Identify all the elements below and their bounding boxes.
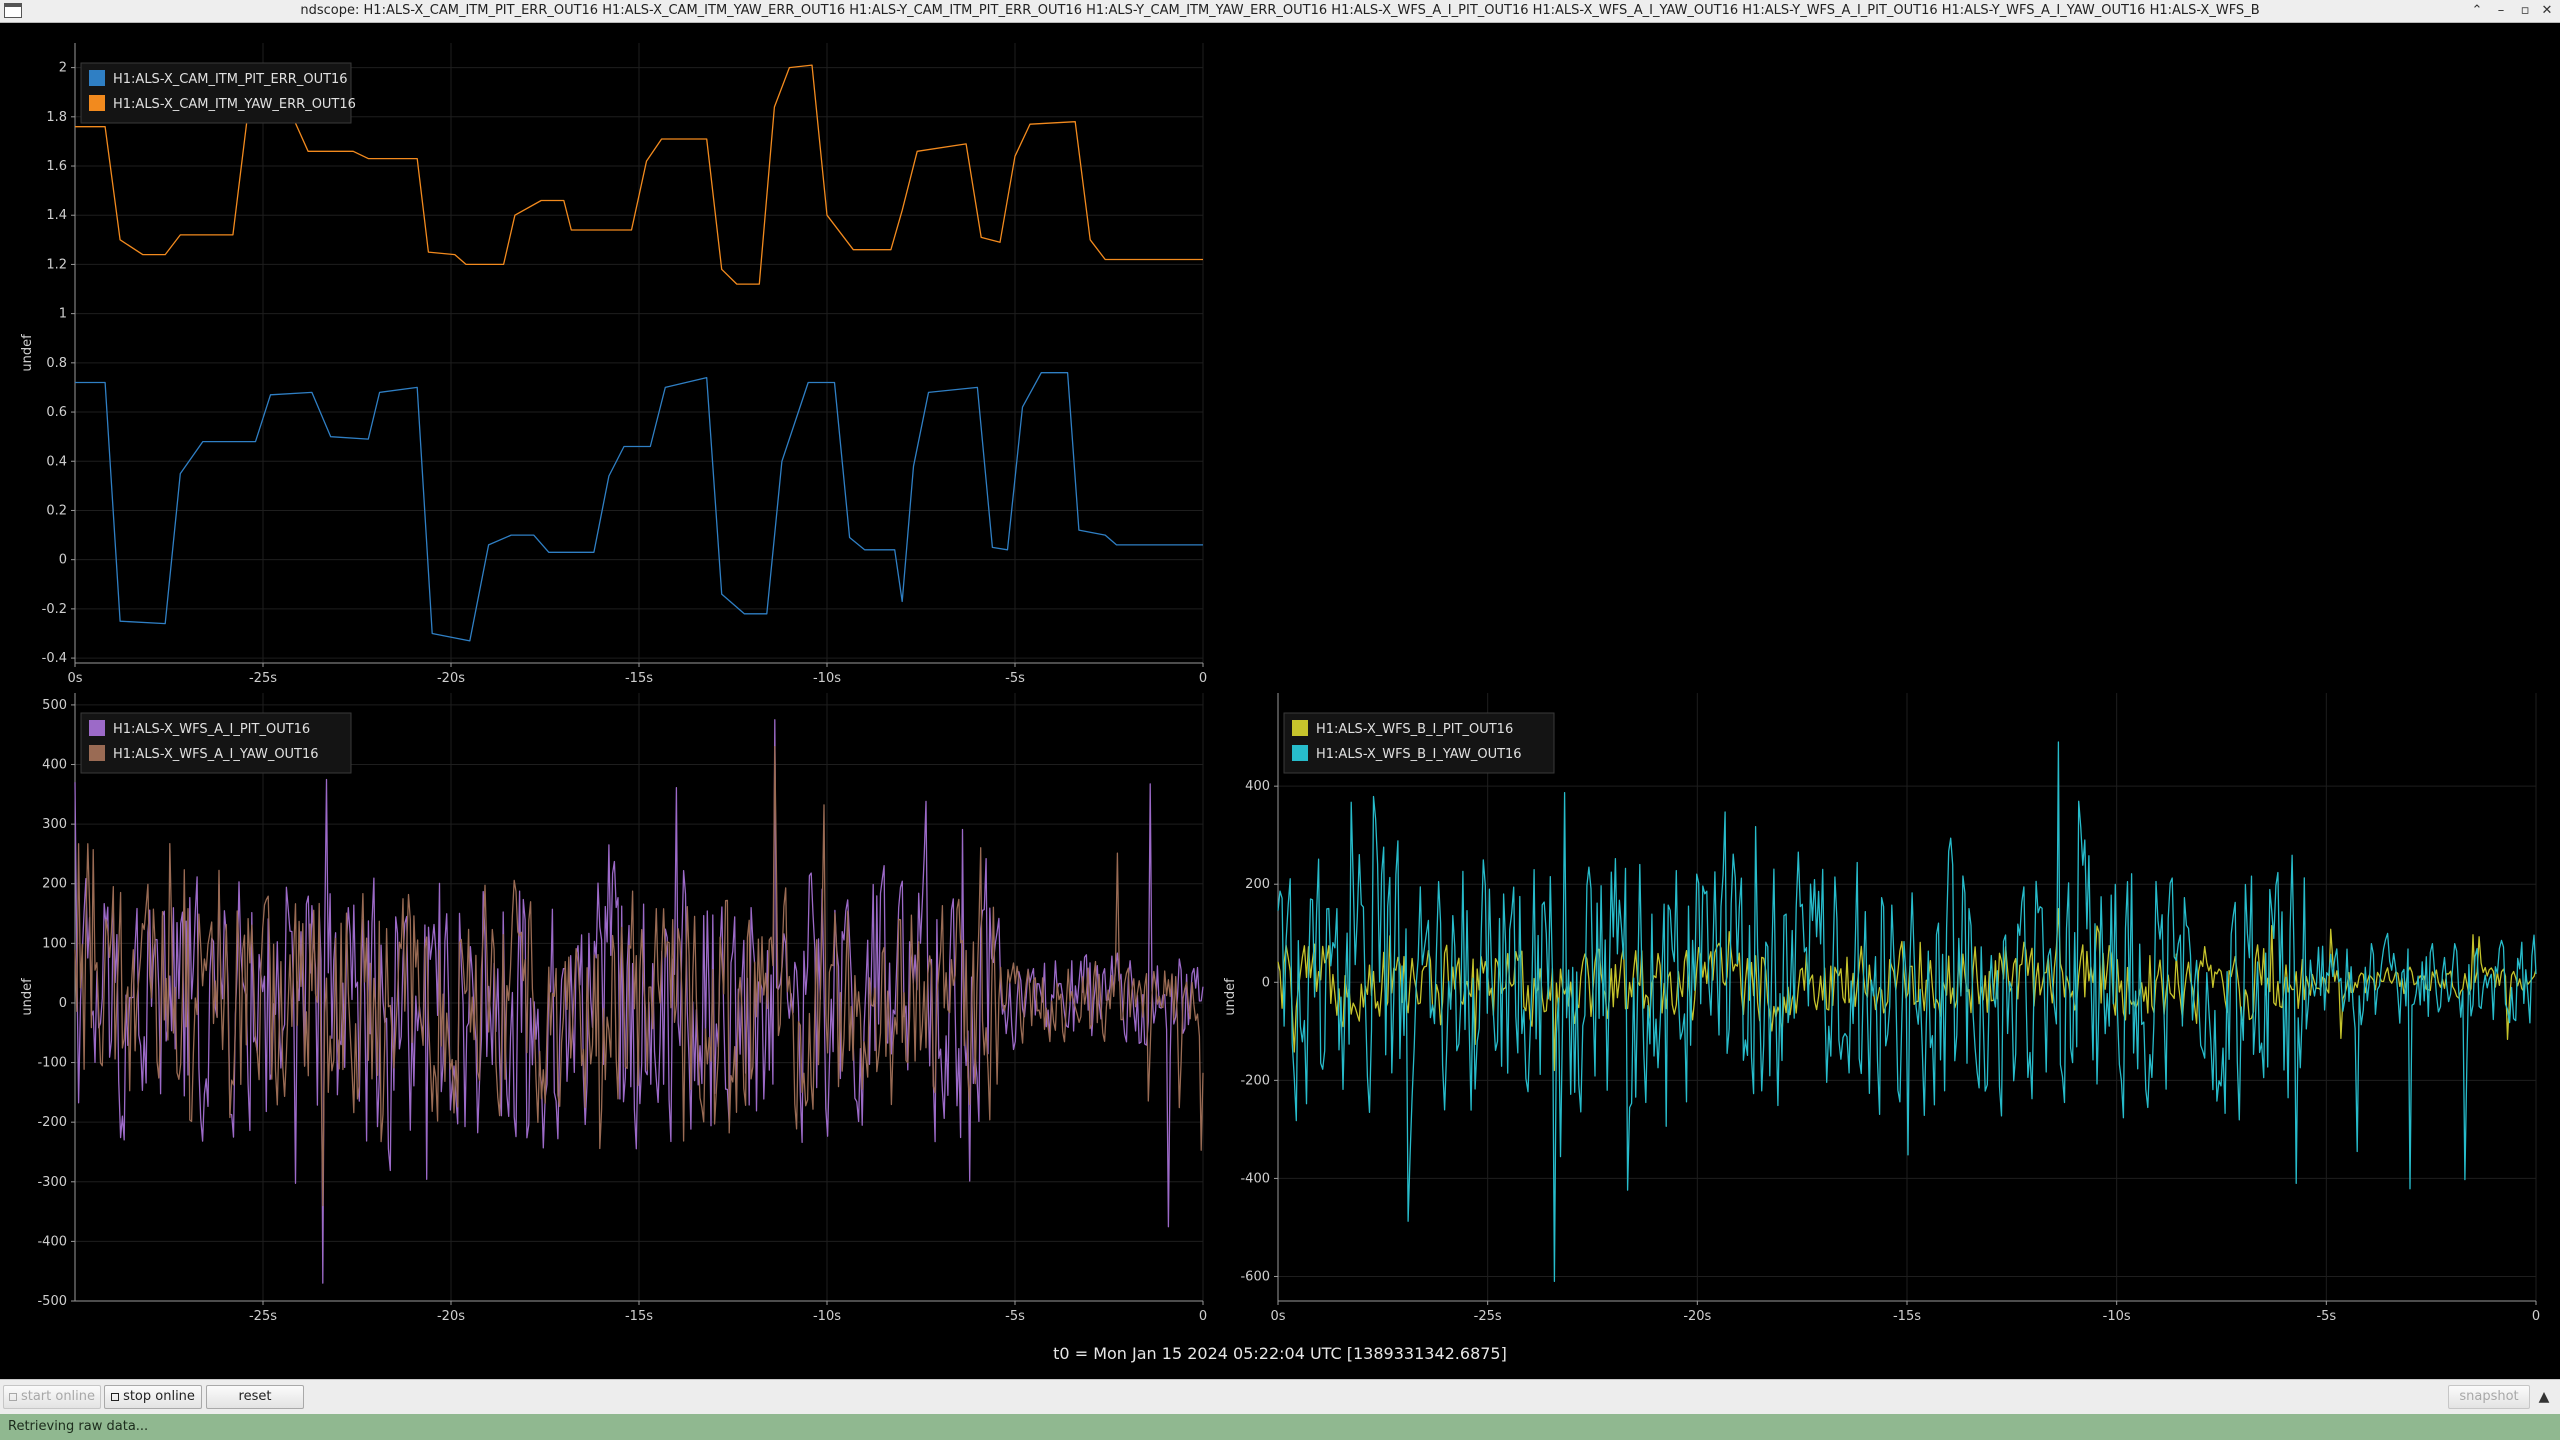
x-tick-label: -10s [2103,1309,2131,1324]
x-tick-label: 0 [1199,1309,1207,1324]
x-tick-label: -20s [1683,1309,1711,1324]
y-tick-label: 0 [59,996,67,1011]
y-tick-label: -0.4 [42,651,67,666]
x-tick-label: -25s [249,671,277,686]
start-online-button[interactable]: start online [3,1385,101,1409]
x-tick-label: 0s [1270,1309,1285,1324]
start-online-label: start online [20,1389,96,1404]
y-tick-label: 400 [42,758,67,773]
x-tick-label: 0 [2532,1309,2540,1324]
y-tick-label: 0 [1262,975,1270,990]
y-axis-label: undef [1223,978,1238,1016]
x-tick-label: -25s [249,1309,277,1324]
y-tick-label: 1.4 [46,208,67,223]
y-tick-label: 500 [42,698,67,713]
y-tick-label: 400 [1245,779,1270,794]
y-tick-label: 1.2 [46,257,67,272]
legend-label: H1:ALS-X_WFS_A_I_YAW_OUT16 [113,747,319,762]
legend-swatch [89,70,105,86]
legend-swatch [89,745,105,761]
y-tick-label: 200 [1245,877,1270,892]
minimize-icon[interactable]: – [2490,0,2512,22]
plot-area: -0.4 -0.2 0 0.2 0.4 0.6 0.8 1 1.2 1.4 1.6 1.8 2 0s -25… [0,23,2560,1378]
maximize-icon[interactable]: ▫ [2514,0,2536,22]
legend-swatch [89,95,105,111]
y-tick-label: 100 [42,936,67,951]
x-tick-label: -10s [813,1309,841,1324]
window-titlebar: ndscope: H1:ALS-X_CAM_ITM_PIT_ERR_OUT16 … [0,0,2560,23]
x-tick-label: -20s [437,671,465,686]
stop-online-button[interactable]: stop online [104,1385,202,1409]
x-tick-label: -25s [1474,1309,1502,1324]
y-tick-label: -200 [37,1115,67,1130]
reset-button[interactable]: reset [206,1385,304,1409]
play-icon [8,1392,17,1401]
x-tick-label: -10s [813,671,841,686]
y-tick-label: 0.4 [46,454,67,469]
legend-label: H1:ALS-X_WFS_B_I_PIT_OUT16 [1316,722,1513,737]
y-tick-label: -0.2 [42,602,67,617]
snapshot-button[interactable]: snapshot [2448,1385,2530,1409]
close-icon[interactable]: ✕ [2536,0,2558,22]
legend-label: H1:ALS-X_WFS_B_I_YAW_OUT16 [1316,747,1522,762]
x-tick-label: -15s [1893,1309,1921,1324]
y-tick-label: 2 [59,61,67,76]
y-tick-label: 1.8 [46,110,67,125]
y-tick-label: 0 [59,553,67,568]
plot-panel-bottom-left[interactable]: -500 -400 -300 -200 -100 0 100 200 300 400 500 -25s… [20,693,1207,1324]
y-tick-label: 0.8 [46,356,67,371]
app-window-icon [4,3,22,18]
y-tick-label: -500 [37,1294,67,1309]
t0-label: t0 = Mon Jan 15 2024 05:22:04 UTC [13893… [1053,1344,1507,1363]
x-tick-label: -15s [625,1309,653,1324]
legend-label: H1:ALS-X_CAM_ITM_PIT_ERR_OUT16 [113,72,348,87]
legend-swatch [1292,720,1308,736]
window-up-icon[interactable]: ⌃ [2466,0,2488,22]
plot-panel-bottom-right[interactable]: -600 -400 -200 0 200 400 0s -25s -20s -15s -10s -5s… [1223,693,2540,1324]
stop-icon [111,1392,120,1401]
y-tick-label: -300 [37,1175,67,1190]
y-tick-label: 1 [59,307,67,322]
status-bar: Retrieving raw data... [0,1414,2560,1440]
window-title: ndscope: H1:ALS-X_CAM_ITM_PIT_ERR_OUT16 … [300,3,2260,18]
y-tick-label: 0.2 [46,503,67,518]
x-tick-label: -5s [1005,1309,1025,1324]
y-tick-label: -600 [1240,1269,1270,1284]
legend-swatch [89,720,105,736]
legend-swatch [1292,745,1308,761]
x-tick-label: -5s [1005,671,1025,686]
y-tick-label: -400 [37,1234,67,1249]
y-axis-label: undef [20,978,35,1016]
plot-panel-top-left[interactable]: -0.4 -0.2 0 0.2 0.4 0.6 0.8 1 1.2 1.4 1.6 1.8 2 0s -25… [20,43,1207,686]
x-tick-label: -20s [437,1309,465,1324]
x-tick-label: -5s [2316,1309,2336,1324]
y-tick-label: 0.6 [46,405,67,420]
legend-label: H1:ALS-X_CAM_ITM_YAW_ERR_OUT16 [113,97,356,112]
x-tick-label: 0 [1199,671,1207,686]
chevron-up-icon[interactable]: ▲ [2534,1387,2554,1407]
legend-label: H1:ALS-X_WFS_A_I_PIT_OUT16 [113,722,310,737]
y-tick-label: 300 [42,817,67,832]
y-tick-label: -100 [37,1056,67,1071]
y-tick-label: 1.6 [46,159,67,174]
control-bar: start online stop online reset snapshot … [0,1379,2560,1414]
y-axis-label: undef [20,334,35,372]
stop-online-label: stop online [123,1389,195,1404]
x-tick-label: -15s [625,671,653,686]
plots-canvas[interactable]: -0.4 -0.2 0 0.2 0.4 0.6 0.8 1 1.2 1.4 1.6 1.8 2 0s -25… [0,23,2560,1378]
x-tick-label: 0s [67,671,82,686]
y-tick-label: -200 [1240,1073,1270,1088]
y-tick-label: 200 [42,877,67,892]
y-tick-label: -400 [1240,1171,1270,1186]
